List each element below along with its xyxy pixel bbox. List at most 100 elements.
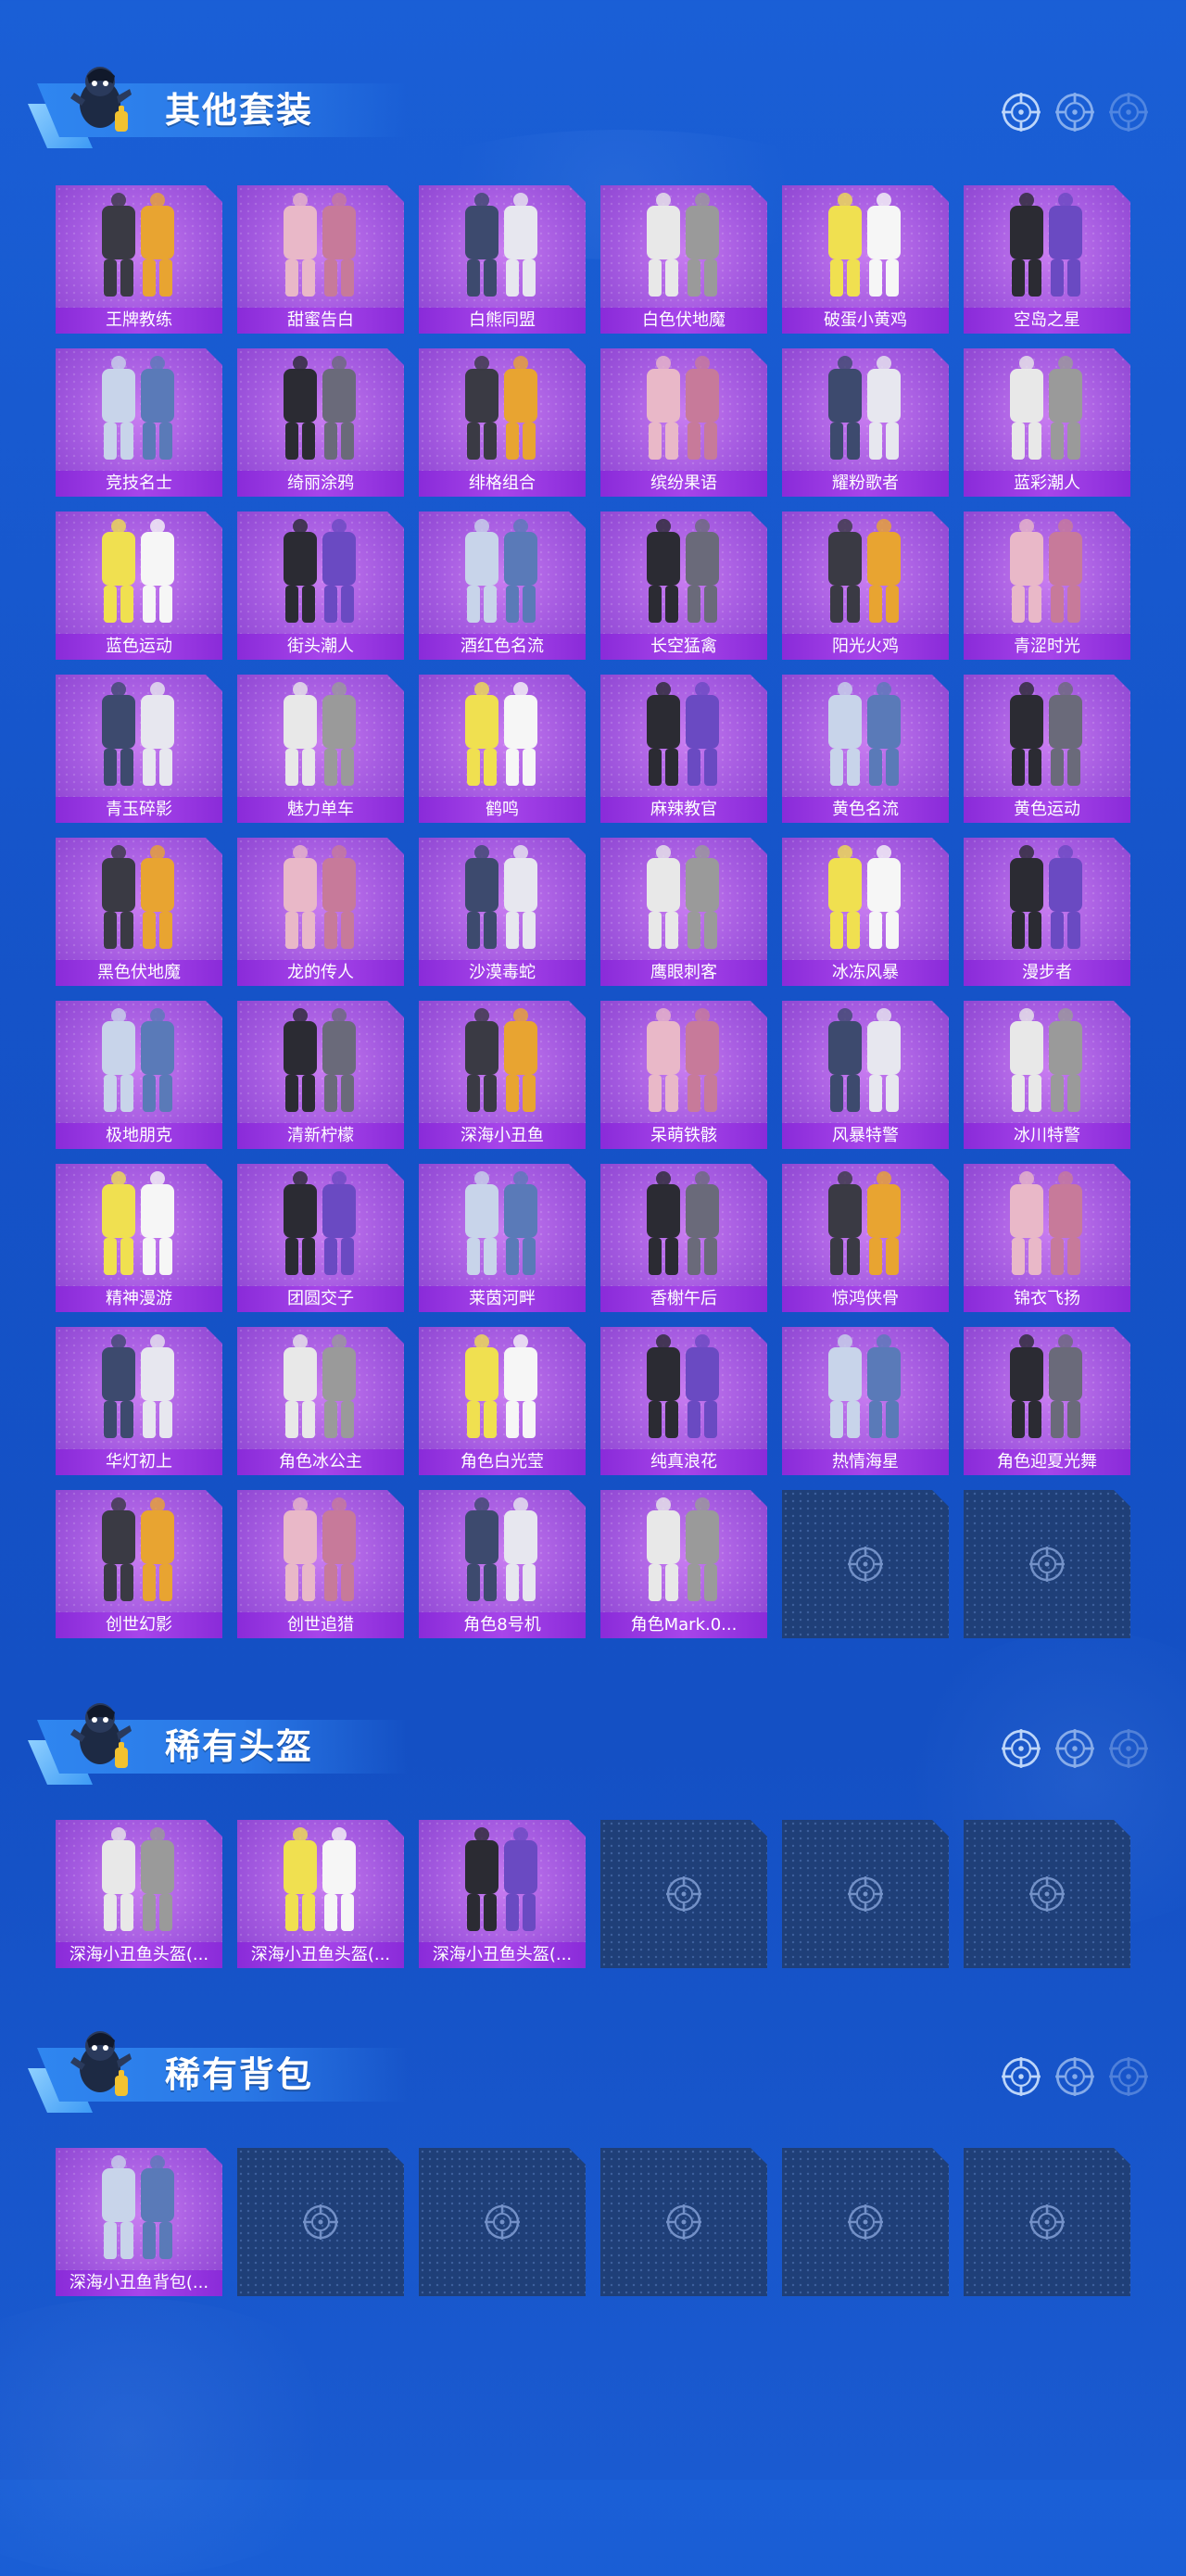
item-image bbox=[419, 1327, 586, 1449]
item-image bbox=[600, 1490, 767, 1612]
item-card[interactable]: 香榭午后 bbox=[600, 1164, 767, 1312]
item-card[interactable]: 深海小丑鱼 bbox=[419, 1001, 586, 1149]
item-card[interactable]: 锦衣飞扬 bbox=[964, 1164, 1130, 1312]
empty-slot bbox=[600, 1820, 767, 1968]
item-card[interactable]: 破蛋小黄鸡 bbox=[782, 185, 949, 334]
item-card[interactable]: 呆萌铁骸 bbox=[600, 1001, 767, 1149]
item-image bbox=[600, 185, 767, 308]
item-card[interactable]: 竞技名士 bbox=[56, 348, 222, 497]
item-card[interactable]: 莱茵河畔 bbox=[419, 1164, 586, 1312]
item-card[interactable]: 蓝色运动 bbox=[56, 511, 222, 660]
item-card[interactable]: 团圆交子 bbox=[237, 1164, 404, 1312]
item-image bbox=[782, 348, 949, 471]
item-card[interactable]: 缤纷果语 bbox=[600, 348, 767, 497]
item-card[interactable]: 阳光火鸡 bbox=[782, 511, 949, 660]
item-card[interactable]: 黄色名流 bbox=[782, 675, 949, 823]
item-image bbox=[56, 675, 222, 797]
crosshair-icon bbox=[1028, 1546, 1066, 1583]
item-image bbox=[964, 1327, 1130, 1449]
item-name: 风暴特警 bbox=[782, 1123, 949, 1149]
item-card[interactable]: 风暴特警 bbox=[782, 1001, 949, 1149]
item-name: 黄色运动 bbox=[964, 797, 1130, 823]
mascot-icon bbox=[61, 2020, 135, 2109]
item-image bbox=[782, 185, 949, 308]
item-name: 鹰眼刺客 bbox=[600, 960, 767, 986]
item-image bbox=[782, 1327, 949, 1449]
item-card[interactable]: 街头潮人 bbox=[237, 511, 404, 660]
item-name: 酒红色名流 bbox=[419, 634, 586, 660]
crosshair-icon bbox=[1109, 2057, 1148, 2096]
item-card[interactable]: 甜蜜告白 bbox=[237, 185, 404, 334]
item-card[interactable]: 深海小丑鱼头盔(... bbox=[237, 1820, 404, 1968]
item-card[interactable]: 白色伏地魔 bbox=[600, 185, 767, 334]
crosshair-icon bbox=[665, 1875, 702, 1913]
item-card[interactable]: 精神漫游 bbox=[56, 1164, 222, 1312]
crosshair-icon bbox=[1028, 1875, 1066, 1913]
item-card[interactable]: 创世追猎 bbox=[237, 1490, 404, 1638]
section-markers bbox=[1001, 1727, 1149, 1770]
item-image bbox=[419, 1164, 586, 1286]
crosshair-icon bbox=[1109, 1729, 1148, 1768]
item-card[interactable]: 角色迎夏光舞 bbox=[964, 1327, 1130, 1475]
item-name: 深海小丑鱼头盔(... bbox=[419, 1942, 586, 1968]
section-markers bbox=[1001, 91, 1149, 133]
item-image bbox=[419, 675, 586, 797]
item-image bbox=[237, 185, 404, 308]
item-card[interactable]: 纯真浪花 bbox=[600, 1327, 767, 1475]
item-card[interactable]: 角色Mark.0... bbox=[600, 1490, 767, 1638]
item-card[interactable]: 黑色伏地魔 bbox=[56, 838, 222, 986]
item-card[interactable]: 创世幻影 bbox=[56, 1490, 222, 1638]
item-card[interactable]: 深海小丑鱼头盔(... bbox=[56, 1820, 222, 1968]
section-header: 稀有背包 bbox=[28, 2020, 417, 2113]
item-card[interactable]: 角色白光莹 bbox=[419, 1327, 586, 1475]
item-name: 破蛋小黄鸡 bbox=[782, 308, 949, 334]
item-card[interactable]: 空岛之星 bbox=[964, 185, 1130, 334]
item-card[interactable]: 黄色运动 bbox=[964, 675, 1130, 823]
section-title: 其他套装 bbox=[165, 90, 314, 131]
item-grid: 深海小丑鱼头盔(... 深海小丑鱼头盔(... 深海小丑鱼头盔(... bbox=[56, 1820, 1130, 1968]
item-name: 冰冻风暴 bbox=[782, 960, 949, 986]
item-card[interactable]: 鹤鸣 bbox=[419, 675, 586, 823]
item-card[interactable]: 清新柠檬 bbox=[237, 1001, 404, 1149]
item-card[interactable]: 魅力单车 bbox=[237, 675, 404, 823]
item-card[interactable]: 角色冰公主 bbox=[237, 1327, 404, 1475]
item-card[interactable]: 热情海星 bbox=[782, 1327, 949, 1475]
item-card[interactable]: 酒红色名流 bbox=[419, 511, 586, 660]
item-card[interactable]: 青玉碎影 bbox=[56, 675, 222, 823]
item-name: 莱茵河畔 bbox=[419, 1286, 586, 1312]
section-title: 稀有头盔 bbox=[165, 1726, 314, 1767]
item-card[interactable]: 惊鸿侠骨 bbox=[782, 1164, 949, 1312]
item-card[interactable]: 鹰眼刺客 bbox=[600, 838, 767, 986]
item-card[interactable]: 龙的传人 bbox=[237, 838, 404, 986]
crosshair-icon bbox=[1028, 2203, 1066, 2241]
item-card[interactable]: 极地朋克 bbox=[56, 1001, 222, 1149]
item-card[interactable]: 角色8号机 bbox=[419, 1490, 586, 1638]
item-card[interactable]: 冰川特警 bbox=[964, 1001, 1130, 1149]
item-card[interactable]: 绮丽涂鸦 bbox=[237, 348, 404, 497]
empty-slot bbox=[237, 2148, 404, 2296]
item-card[interactable]: 青涩时光 bbox=[964, 511, 1130, 660]
item-card[interactable]: 绯格组合 bbox=[419, 348, 586, 497]
item-image bbox=[56, 185, 222, 308]
item-card[interactable]: 蓝彩潮人 bbox=[964, 348, 1130, 497]
item-image bbox=[600, 511, 767, 634]
item-card[interactable]: 漫步者 bbox=[964, 838, 1130, 986]
item-name: 黑色伏地魔 bbox=[56, 960, 222, 986]
item-card[interactable]: 长空猛禽 bbox=[600, 511, 767, 660]
item-card[interactable]: 冰冻风暴 bbox=[782, 838, 949, 986]
item-card[interactable]: 深海小丑鱼背包(... bbox=[56, 2148, 222, 2296]
item-card[interactable]: 麻辣教官 bbox=[600, 675, 767, 823]
item-card[interactable]: 沙漠毒蛇 bbox=[419, 838, 586, 986]
empty-slot bbox=[782, 1820, 949, 1968]
item-card[interactable]: 深海小丑鱼头盔(... bbox=[419, 1820, 586, 1968]
item-image bbox=[782, 1164, 949, 1286]
crosshair-icon bbox=[302, 2203, 339, 2241]
item-card[interactable]: 白熊同盟 bbox=[419, 185, 586, 334]
crosshair-icon bbox=[1109, 93, 1148, 132]
item-card[interactable]: 华灯初上 bbox=[56, 1327, 222, 1475]
item-card[interactable]: 王牌教练 bbox=[56, 185, 222, 334]
empty-slot bbox=[782, 2148, 949, 2296]
item-card[interactable]: 耀粉歌者 bbox=[782, 348, 949, 497]
mascot-icon bbox=[61, 1692, 135, 1781]
item-name: 街头潮人 bbox=[237, 634, 404, 660]
